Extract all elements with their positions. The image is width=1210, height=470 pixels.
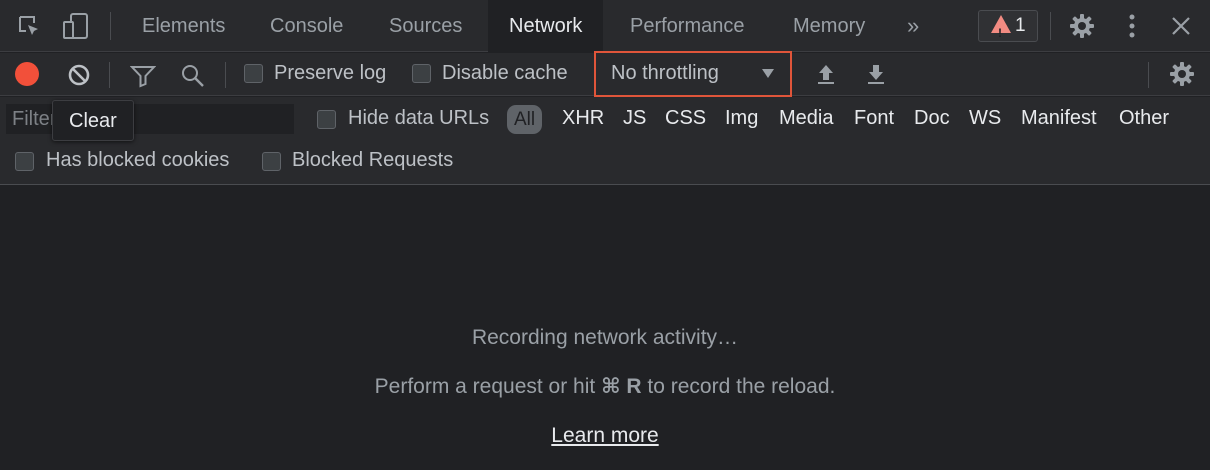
network-toolbar: Preserve log Disable cache No throttling <box>0 51 1210 97</box>
preserve-log-label[interactable]: Preserve log <box>274 62 386 85</box>
learn-more-row: Learn more <box>0 424 1210 448</box>
issues-count: 1 <box>1015 15 1026 36</box>
disable-cache-checkbox[interactable] <box>412 64 431 83</box>
filter-type-js[interactable]: JS <box>623 107 646 130</box>
clear-icon[interactable] <box>67 63 91 87</box>
filter-funnel-icon[interactable] <box>130 64 156 88</box>
recording-status-text: Recording network activity… <box>471 326 739 349</box>
reload-hint: Perform a request or hit ⌘ R to record t… <box>0 374 1210 399</box>
filter-placeholder: Filter <box>12 108 57 130</box>
warning-icon <box>991 15 1011 48</box>
import-har-icon[interactable] <box>816 63 836 85</box>
search-icon[interactable] <box>180 63 206 89</box>
devtools-tab-bar: Elements Console Sources Network Perform… <box>0 0 1210 52</box>
tab-elements[interactable]: Elements <box>121 0 246 51</box>
learn-more-link[interactable]: Learn more <box>551 424 658 447</box>
filter-type-other[interactable]: Other <box>1119 107 1169 130</box>
throttling-value: No throttling <box>611 62 719 84</box>
tab-console[interactable]: Console <box>249 0 364 51</box>
has-blocked-cookies-label[interactable]: Has blocked cookies <box>46 149 229 172</box>
clear-tooltip: Clear <box>52 100 134 141</box>
has-blocked-cookies-checkbox[interactable] <box>15 152 34 171</box>
record-button[interactable] <box>15 62 39 86</box>
inspect-element-icon[interactable] <box>17 14 41 38</box>
divider <box>110 12 111 40</box>
settings-gear-icon[interactable] <box>1069 13 1095 39</box>
more-tabs-button[interactable]: » <box>886 0 940 51</box>
tab-network[interactable]: Network <box>488 0 604 52</box>
device-toolbar-icon[interactable] <box>62 12 90 40</box>
reload-hint-suffix: to record the reload. <box>641 375 836 398</box>
filter-type-doc[interactable]: Doc <box>914 107 950 130</box>
reload-shortcut: ⌘ R <box>601 375 642 398</box>
more-options-icon[interactable] <box>1124 13 1140 39</box>
hide-data-urls-checkbox[interactable] <box>317 110 336 129</box>
filter-input[interactable]: Filter <box>6 104 294 134</box>
filter-type-xhr[interactable]: XHR <box>562 107 604 130</box>
filter-type-manifest[interactable]: Manifest <box>1021 107 1097 130</box>
filter-type-all[interactable]: All <box>507 105 542 134</box>
dropdown-arrow-icon <box>762 69 774 78</box>
tab-sources[interactable]: Sources <box>368 0 483 51</box>
blocked-requests-checkbox[interactable] <box>262 152 281 171</box>
preserve-log-checkbox[interactable] <box>244 64 263 83</box>
filter-type-media[interactable]: Media <box>779 107 833 130</box>
issues-counter-button[interactable]: 1 <box>978 10 1038 48</box>
divider <box>225 62 226 88</box>
divider <box>1050 12 1051 40</box>
filter-type-img[interactable]: Img <box>725 107 758 130</box>
throttling-select[interactable]: No throttling <box>594 51 792 97</box>
close-icon[interactable] <box>1171 16 1191 36</box>
filter-type-font[interactable]: Font <box>854 107 894 130</box>
tab-performance[interactable]: Performance <box>609 0 766 51</box>
network-settings-gear-icon[interactable] <box>1169 61 1195 87</box>
filter-type-css[interactable]: CSS <box>665 107 706 130</box>
blocked-requests-label[interactable]: Blocked Requests <box>292 149 453 172</box>
divider <box>1148 62 1149 88</box>
tab-memory[interactable]: Memory <box>772 0 886 51</box>
reload-hint-prefix: Perform a request or hit <box>374 375 602 398</box>
divider <box>109 62 110 88</box>
disable-cache-label[interactable]: Disable cache <box>442 62 568 85</box>
hide-data-urls-label[interactable]: Hide data URLs <box>348 107 489 130</box>
filter-type-ws[interactable]: WS <box>969 107 1001 130</box>
filter-bar: Filter Clear Hide data URLs All XHR JS C… <box>0 97 1210 185</box>
export-har-icon[interactable] <box>866 63 886 85</box>
